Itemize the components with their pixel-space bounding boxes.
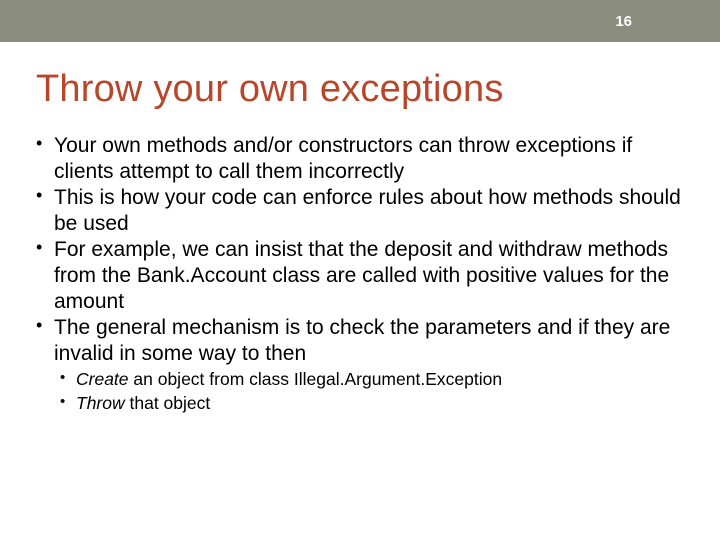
bullet-item: The general mechanism is to check the pa… (36, 315, 690, 366)
sub-bullet-list: Create an object from class Illegal.Argu… (60, 368, 690, 414)
bullet-item: Your own methods and/or constructors can… (36, 133, 690, 184)
bullet-item: For example, we can insist that the depo… (36, 237, 690, 314)
sub-bullet-item: Throw that object (60, 392, 690, 414)
sub-bullet-em: Throw (76, 393, 125, 413)
sub-bullet-em: Create (76, 369, 129, 389)
bullet-item: This is how your code can enforce rules … (36, 185, 690, 236)
header-bar: 16 (0, 0, 720, 42)
slide-content: Your own methods and/or constructors can… (36, 133, 690, 414)
slide: 16 Throw your own exceptions Your own me… (0, 0, 720, 540)
bullet-list: Your own methods and/or constructors can… (36, 133, 690, 366)
sub-bullet-rest: an object from class Illegal.Argument.Ex… (129, 369, 503, 389)
slide-title: Throw your own exceptions (36, 68, 720, 111)
sub-bullet-rest: that object (125, 393, 211, 413)
page-number: 16 (615, 13, 632, 30)
sub-bullet-item: Create an object from class Illegal.Argu… (60, 368, 690, 390)
